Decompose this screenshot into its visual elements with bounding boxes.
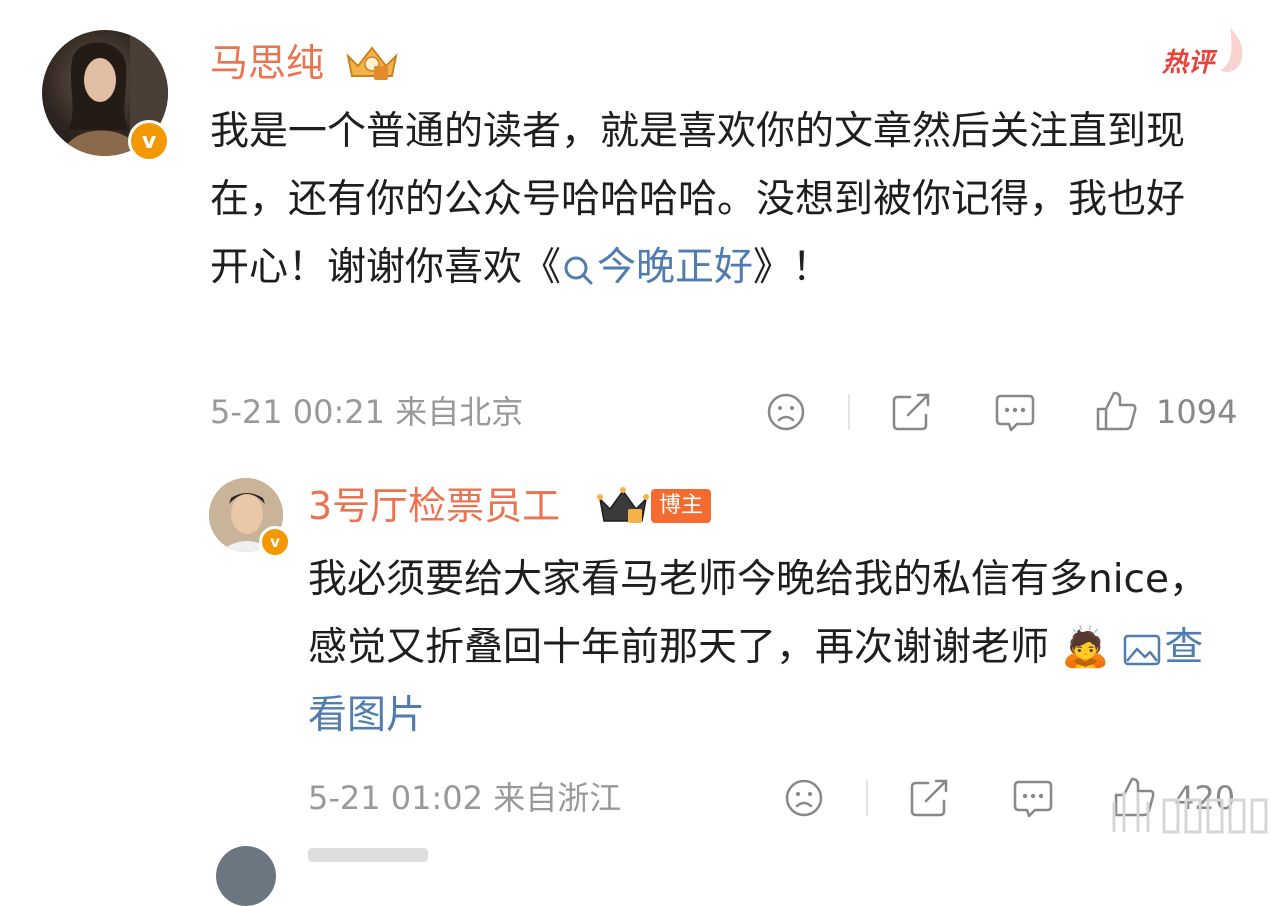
- share-icon[interactable]: [908, 777, 952, 819]
- verified-icon: v: [259, 526, 291, 558]
- comment-location: 来自北京: [395, 393, 524, 431]
- comment-icon[interactable]: [993, 392, 1037, 434]
- avatar[interactable]: [216, 846, 276, 906]
- comment-time: 5-21 01:02: [308, 779, 484, 817]
- comment-author[interactable]: 马思纯: [210, 44, 324, 82]
- dislike-face-icon[interactable]: [765, 391, 807, 433]
- like-count: 1094: [1156, 393, 1238, 431]
- comment-text: 我必须要给大家看马老师今晚给我的私信有多nice，感觉又折叠回十年前那天了，再次…: [308, 546, 1228, 750]
- comment-time: 5-21 00:21: [210, 393, 386, 431]
- comment-text-tail: 》！: [753, 245, 832, 290]
- dislike-face-icon[interactable]: [783, 777, 825, 819]
- flame-icon: [1220, 28, 1243, 72]
- comment-meta: 5-21 01:02 来自浙江: [308, 782, 621, 814]
- comment-author-placeholder: [308, 848, 428, 862]
- like-icon[interactable]: [1094, 389, 1138, 433]
- verified-icon: v: [128, 120, 170, 162]
- topic-link[interactable]: 今晚正好: [561, 245, 753, 290]
- comment-author[interactable]: 3号厅检票员工: [308, 487, 560, 525]
- image-icon: [1124, 634, 1161, 665]
- comment-location: 来自浙江: [493, 779, 622, 817]
- blogger-badge: 博主: [651, 489, 712, 523]
- watermark-icon: [1112, 792, 1268, 834]
- share-icon[interactable]: [890, 391, 934, 433]
- comment-icon[interactable]: [1011, 778, 1055, 820]
- comment-text: 我是一个普通的读者，就是喜欢你的文章然后关注直到现在，还有你的公众号哈哈哈哈。没…: [210, 98, 1220, 302]
- crown-icon: [346, 46, 398, 80]
- divider: [866, 780, 868, 816]
- bowing-emoji-icon: 🙇: [1061, 625, 1110, 670]
- search-icon: [564, 256, 593, 284]
- crown-icon: [597, 487, 649, 523]
- comment-meta: 5-21 00:21 来自北京: [210, 396, 523, 428]
- topic-link-label: 今晚正好: [597, 245, 754, 290]
- divider: [848, 394, 850, 430]
